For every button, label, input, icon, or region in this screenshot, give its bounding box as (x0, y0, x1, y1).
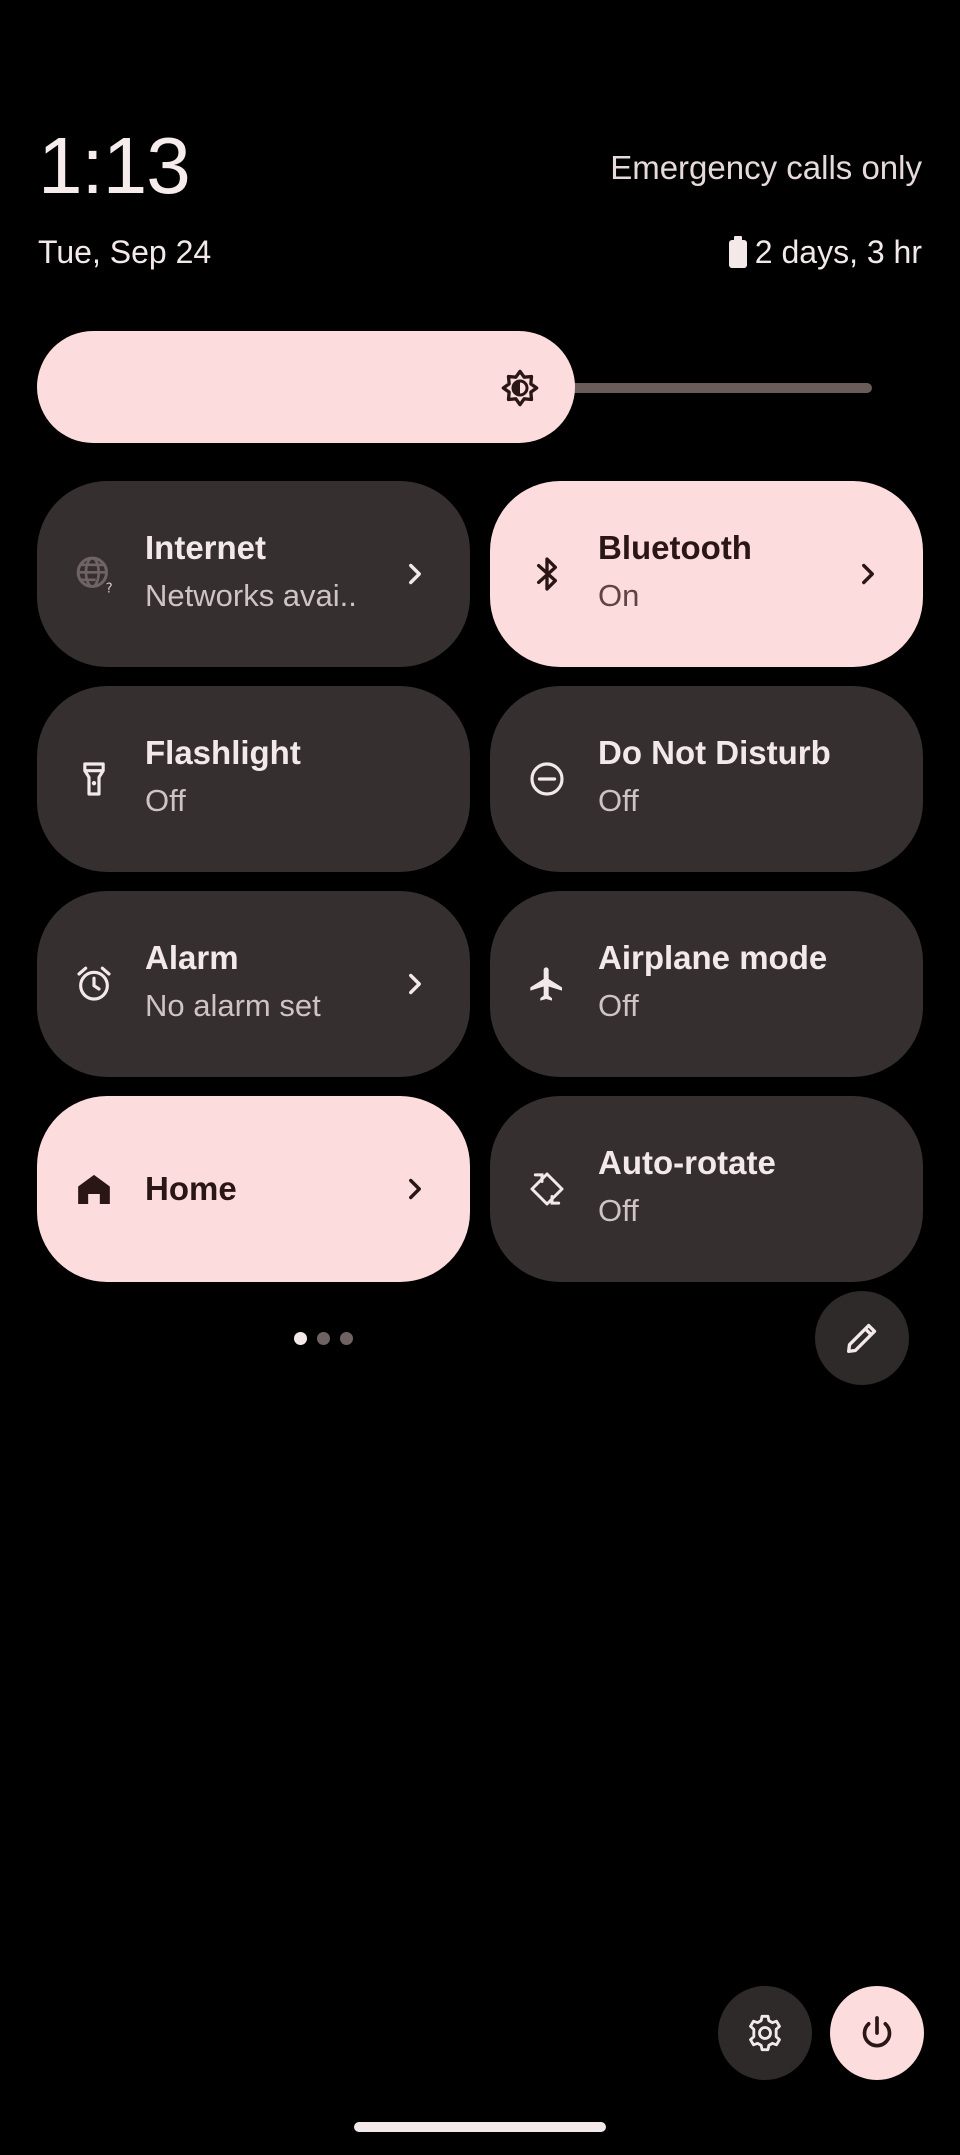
chevron-right-icon (862, 563, 874, 585)
pencil-icon (847, 1323, 877, 1353)
brightness-slider-fill[interactable] (37, 331, 575, 443)
tile-airplane-mode[interactable]: Airplane mode Off (490, 891, 923, 1077)
svg-text:?: ? (106, 581, 113, 594)
tile-title: Do Not Disturb (598, 734, 831, 771)
tile-flashlight[interactable]: Flashlight Off (37, 686, 470, 872)
tile-bluetooth[interactable]: Bluetooth On (490, 481, 923, 667)
tile-subtitle: On (598, 578, 640, 613)
clock-time[interactable]: 1:13 (38, 118, 191, 214)
gear-icon (749, 2014, 781, 2052)
do-not-disturb-icon (530, 762, 564, 796)
tile-alarm[interactable]: Alarm No alarm set (37, 891, 470, 1077)
tile-home[interactable]: Home (37, 1096, 470, 1282)
power-icon (862, 2016, 892, 2048)
tile-title: Airplane mode (598, 939, 828, 976)
chevron-right-icon (409, 563, 421, 585)
tile-internet[interactable]: ? Internet Networks avai.. (37, 481, 470, 667)
tile-title: Home (145, 1170, 237, 1207)
tile-subtitle: Off (598, 783, 639, 818)
page-dot-current (294, 1332, 307, 1345)
tile-subtitle: Networks avai.. (145, 578, 357, 613)
settings-button[interactable] (718, 1986, 812, 2080)
tile-auto-rotate[interactable]: Auto-rotate Off (490, 1096, 923, 1282)
tile-title: Auto-rotate (598, 1144, 776, 1181)
tile-title: Bluetooth (598, 529, 752, 566)
tile-do-not-disturb[interactable]: Do Not Disturb Off (490, 686, 923, 872)
date-label[interactable]: Tue, Sep 24 (38, 232, 211, 272)
tile-subtitle: Off (598, 988, 639, 1023)
battery-icon (728, 236, 747, 268)
tile-title: Alarm (145, 939, 239, 976)
battery-status[interactable]: 2 days, 3 hr (728, 232, 922, 272)
tile-subtitle: No alarm set (145, 988, 321, 1023)
battery-remaining-label: 2 days, 3 hr (754, 234, 922, 270)
carrier-status: Emergency calls only (610, 149, 922, 186)
gesture-nav-bar[interactable] (354, 2122, 606, 2132)
tile-subtitle: Off (598, 1193, 639, 1228)
chevron-right-icon (409, 973, 421, 995)
flashlight-icon (83, 762, 105, 796)
home-icon (78, 1174, 110, 1204)
bluetooth-icon (537, 557, 557, 591)
brightness-slider-track[interactable] (540, 383, 872, 393)
brightness-icon[interactable] (500, 368, 540, 408)
tile-title: Flashlight (145, 734, 301, 771)
tile-subtitle: Off (145, 783, 186, 818)
airplane-icon (530, 967, 562, 1001)
globe-question-icon: ? (76, 556, 113, 594)
chevron-right-icon (409, 1178, 421, 1200)
page-indicator (294, 1332, 353, 1345)
edit-tiles-button[interactable] (815, 1291, 909, 1385)
tile-title: Internet (145, 529, 267, 566)
auto-rotate-icon (530, 1172, 564, 1206)
page-dot (340, 1332, 353, 1345)
alarm-clock-icon (77, 966, 111, 1001)
power-button[interactable] (830, 1986, 924, 2080)
page-dot (317, 1332, 330, 1345)
